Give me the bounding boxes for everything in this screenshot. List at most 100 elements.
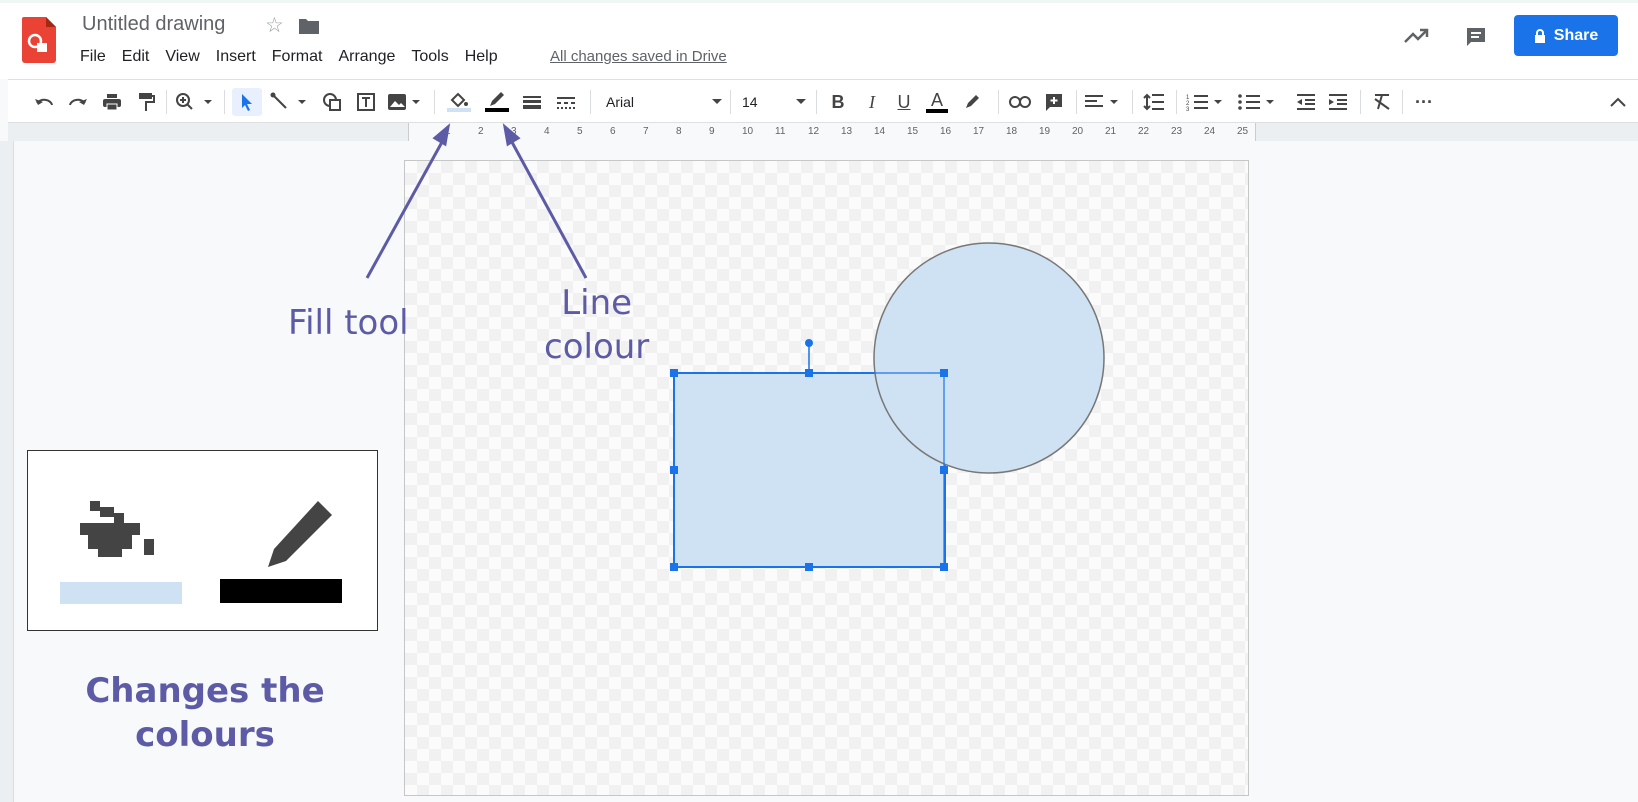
ruler-mark: 11	[775, 126, 786, 137]
fill-color-swatch	[447, 108, 471, 112]
ruler-mark: 25	[1237, 126, 1249, 137]
ruler-mark: 2	[478, 126, 484, 137]
changes-line2: colours	[135, 715, 275, 755]
paint-bucket-icon	[80, 501, 154, 557]
line-color-icon[interactable]	[480, 88, 514, 116]
ruler-scale: 1 2 3 4 5 6 7 8 9 10 11 12 13 14 15 16 17 18 19 20 21 22 23 24 2…	[408, 123, 1256, 141]
highlight-icon[interactable]	[958, 88, 986, 116]
line-colour-annotation: Line colour	[544, 281, 649, 369]
chevron-down-icon	[796, 99, 806, 104]
ruler-mark: 14	[874, 126, 886, 137]
menu-view[interactable]: View	[165, 48, 207, 66]
menu-format[interactable]: Format	[272, 48, 331, 66]
line-weight-icon[interactable]	[518, 88, 546, 116]
line-dash-icon[interactable]	[552, 88, 580, 116]
share-label: Share	[1553, 26, 1599, 44]
comment-icon[interactable]	[1464, 25, 1488, 49]
drawing-canvas[interactable]	[404, 160, 1249, 796]
ruler-mark: 19	[1039, 126, 1051, 137]
collapse-icon[interactable]	[1606, 88, 1630, 116]
menu-tools[interactable]: Tools	[411, 48, 456, 66]
menu-edit[interactable]: Edit	[122, 48, 158, 66]
image-icon[interactable]	[384, 88, 428, 116]
ruler-mark: 17	[973, 126, 985, 137]
increase-indent-icon[interactable]	[1324, 88, 1352, 116]
line-spacing-icon[interactable]	[1140, 88, 1168, 116]
menu-insert[interactable]: Insert	[216, 48, 264, 66]
clear-format-icon[interactable]	[1368, 88, 1396, 116]
print-icon[interactable]	[98, 88, 126, 116]
bold-icon[interactable]: B	[824, 88, 852, 116]
ruler-mark: 18	[1006, 126, 1018, 137]
font-size-value: 14	[742, 94, 758, 110]
ruler-mark: 5	[577, 126, 583, 137]
menu-file[interactable]: File	[80, 48, 114, 66]
zoomed-color-tools	[60, 501, 342, 604]
ruler-mark: 10	[742, 126, 754, 137]
comment-add-icon[interactable]	[1040, 88, 1068, 116]
fill-color-icon[interactable]	[442, 88, 476, 116]
text-color-icon[interactable]: A	[922, 88, 952, 116]
link-icon[interactable]	[1006, 88, 1034, 116]
ruler-mark: 4	[544, 126, 550, 137]
drawings-logo-icon[interactable]	[22, 17, 56, 63]
activity-trend-icon[interactable]	[1403, 27, 1429, 45]
ruler-mark: 6	[610, 126, 616, 137]
lock-icon	[1534, 28, 1545, 43]
shape-icon[interactable]	[318, 88, 346, 116]
inset-line-swatch	[220, 579, 342, 603]
select-icon[interactable]	[232, 88, 262, 116]
ruler-mark: 23	[1171, 126, 1183, 137]
numbered-list-icon[interactable]: 123	[1184, 88, 1228, 116]
italic-icon[interactable]: I	[858, 88, 886, 116]
decrease-indent-icon[interactable]	[1292, 88, 1320, 116]
save-status[interactable]: All changes saved in Drive	[550, 48, 727, 65]
ruler-mark: 12	[808, 126, 820, 137]
undo-icon[interactable]	[30, 88, 58, 116]
share-button[interactable]: Share	[1514, 15, 1618, 56]
font-size-select[interactable]: 14	[738, 88, 810, 116]
underline-icon[interactable]: U	[890, 88, 918, 116]
ruler-mark: 15	[907, 126, 919, 137]
ruler-mark: 20	[1072, 126, 1084, 137]
top-bar: Untitled drawing ☆ File Edit View Insert…	[0, 3, 1638, 79]
font-family-select[interactable]: Arial	[602, 88, 726, 116]
menu-bar: File Edit View Insert Format Arrange Too…	[80, 48, 514, 66]
toolbar: Arial 14 B I U A 123 ···	[8, 79, 1638, 123]
fill-tool-annotation: Fill tool	[288, 303, 409, 343]
drawings-app: Untitled drawing ☆ File Edit View Insert…	[0, 3, 1638, 802]
chevron-down-icon	[712, 99, 722, 104]
font-family-value: Arial	[606, 94, 635, 110]
ruler-mark: 7	[643, 126, 649, 137]
ruler-mark: 8	[676, 126, 682, 137]
ruler-mark: 9	[709, 126, 715, 137]
pencil-icon	[268, 501, 332, 567]
document-title[interactable]: Untitled drawing	[82, 13, 225, 36]
inset-fill-swatch	[60, 582, 182, 604]
text-box-icon[interactable]	[352, 88, 380, 116]
changes-colours-annotation: Changes the colours	[62, 669, 348, 757]
vertical-ruler	[0, 141, 14, 802]
zoom-icon[interactable]	[172, 88, 216, 116]
line-color-swatch	[485, 108, 509, 112]
line-colour-line1: Line	[561, 283, 633, 323]
tool-icons-inset	[27, 450, 378, 631]
redo-icon[interactable]	[64, 88, 92, 116]
ruler-mark: 1	[445, 126, 451, 137]
menu-arrange[interactable]: Arrange	[338, 48, 403, 66]
line-icon[interactable]	[268, 88, 312, 116]
ruler-mark: 22	[1138, 126, 1150, 137]
ruler-mark: 16	[940, 126, 952, 137]
ruler-mark: 21	[1105, 126, 1117, 137]
align-icon[interactable]	[1082, 88, 1126, 116]
folder-icon[interactable]	[298, 17, 320, 35]
paint-format-icon[interactable]	[132, 88, 160, 116]
star-icon[interactable]: ☆	[265, 13, 284, 38]
horizontal-ruler: 1 2 3 4 5 6 7 8 9 10 11 12 13 14 15 16 17 18 19 20 21 22 23 24 2…	[8, 123, 1638, 141]
svg-text:3: 3	[1186, 107, 1190, 111]
ruler-mark: 13	[841, 126, 853, 137]
menu-help[interactable]: Help	[465, 48, 506, 66]
ruler-mark: 3	[511, 126, 517, 137]
bulleted-list-icon[interactable]	[1236, 88, 1280, 116]
more-icon[interactable]: ···	[1410, 88, 1438, 116]
